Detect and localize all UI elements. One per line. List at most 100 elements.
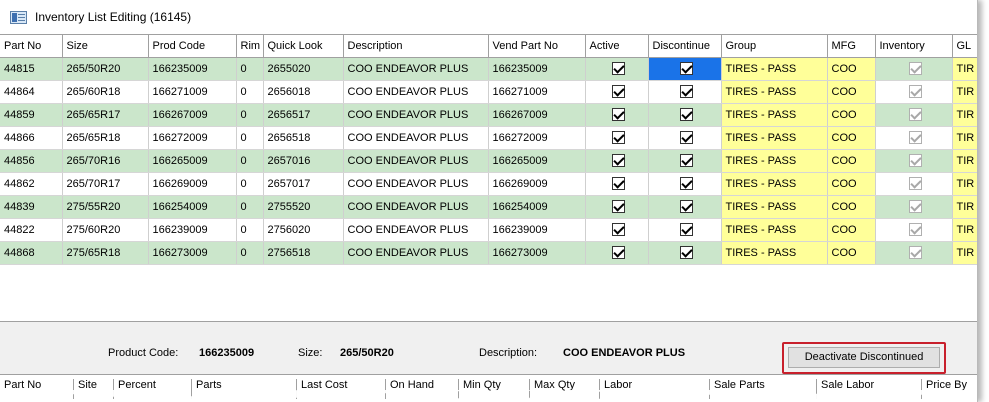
- discontinue-checkbox[interactable]: [680, 131, 693, 144]
- gl-cell[interactable]: TIR: [952, 126, 977, 150]
- inventory-grid[interactable]: Part No Size Prod Code Rim Quick Look Descrip…: [0, 34, 977, 322]
- size-cell[interactable]: 265/60R18: [62, 80, 149, 104]
- gl-cell[interactable]: TIR: [952, 241, 977, 265]
- mfg-cell[interactable]: COO: [827, 218, 876, 242]
- table-row[interactable]: 44862 265/70R17 166269009 0 2657017 COO ENDEA…: [0, 172, 977, 196]
- prod-code-cell[interactable]: 166254009: [148, 195, 237, 219]
- size-cell[interactable]: 265/70R16: [62, 149, 149, 173]
- rim-cell[interactable]: 0: [236, 80, 264, 104]
- active-checkbox[interactable]: [612, 246, 625, 259]
- active-checkbox[interactable]: [612, 108, 625, 121]
- rim-cell[interactable]: 0: [236, 195, 264, 219]
- discontinue-cell[interactable]: [648, 103, 722, 127]
- gl-cell[interactable]: TIR: [952, 172, 977, 196]
- group-cell[interactable]: TIRES - PASS: [721, 218, 828, 242]
- quick-look-cell[interactable]: 2655020: [263, 57, 344, 81]
- mfg-cell[interactable]: COO: [827, 103, 876, 127]
- inventory-cell[interactable]: [875, 195, 953, 219]
- inventory-cell[interactable]: [875, 126, 953, 150]
- description-cell[interactable]: COO ENDEAVOR PLUS: [343, 195, 489, 219]
- part-no-cell[interactable]: 44868: [0, 241, 63, 265]
- size-cell[interactable]: 265/65R18: [62, 126, 149, 150]
- description-cell[interactable]: COO ENDEAVOR PLUS: [343, 172, 489, 196]
- quick-look-cell[interactable]: 2657017: [263, 172, 344, 196]
- prod-code-cell[interactable]: 166265009: [148, 149, 237, 173]
- part-no-cell[interactable]: 44866: [0, 126, 63, 150]
- active-cell[interactable]: [585, 149, 649, 173]
- group-cell[interactable]: TIRES - PASS: [721, 103, 828, 127]
- gl-cell[interactable]: TIR: [952, 149, 977, 173]
- column-header-part-no[interactable]: Part No: [0, 35, 63, 58]
- rim-cell[interactable]: 0: [236, 126, 264, 150]
- table-row[interactable]: 44864 265/60R18 166271009 0 2656018 COO ENDEA…: [0, 80, 977, 104]
- rim-cell[interactable]: 0: [236, 149, 264, 173]
- vend-part-no-cell[interactable]: 166239009: [488, 218, 586, 242]
- size-cell[interactable]: 275/65R18: [62, 241, 149, 265]
- table-row[interactable]: 44822 275/60R20 166239009 0 2756020 COO ENDEA…: [0, 218, 977, 242]
- inventory-cell[interactable]: [875, 218, 953, 242]
- active-cell[interactable]: [585, 241, 649, 265]
- size-cell[interactable]: 265/65R17: [62, 103, 149, 127]
- part-no-cell[interactable]: 44839: [0, 195, 63, 219]
- column-header-rim[interactable]: Rim: [236, 35, 264, 58]
- description-cell[interactable]: COO ENDEAVOR PLUS: [343, 149, 489, 173]
- inventory-cell[interactable]: [875, 103, 953, 127]
- vend-part-no-cell[interactable]: 166272009: [488, 126, 586, 150]
- column-header-quick-look[interactable]: Quick Look: [263, 35, 344, 58]
- gl-cell[interactable]: TIR: [952, 103, 977, 127]
- deactivate-discontinued-button[interactable]: Deactivate Discontinued: [788, 347, 940, 368]
- discontinue-checkbox[interactable]: [680, 62, 693, 75]
- prod-code-cell[interactable]: 166271009: [148, 80, 237, 104]
- group-cell[interactable]: TIRES - PASS: [721, 126, 828, 150]
- inventory-cell[interactable]: [875, 80, 953, 104]
- active-checkbox[interactable]: [612, 62, 625, 75]
- prod-code-cell[interactable]: 166235009: [148, 57, 237, 81]
- description-cell[interactable]: COO ENDEAVOR PLUS: [343, 218, 489, 242]
- group-cell[interactable]: TIRES - PASS: [721, 80, 828, 104]
- discontinue-cell[interactable]: [648, 80, 722, 104]
- quick-look-cell[interactable]: 2656518: [263, 126, 344, 150]
- table-row[interactable]: 44859 265/65R17 166267009 0 2656517 COO ENDEA…: [0, 103, 977, 127]
- table-row[interactable]: 44839 275/55R20 166254009 0 2755520 COO ENDEA…: [0, 195, 977, 219]
- discontinue-cell[interactable]: [648, 241, 722, 265]
- column-header-group[interactable]: Group: [721, 35, 828, 58]
- active-cell[interactable]: [585, 80, 649, 104]
- column-header-prod-code[interactable]: Prod Code: [148, 35, 237, 58]
- discontinue-cell[interactable]: [648, 195, 722, 219]
- column-header-active[interactable]: Active: [585, 35, 649, 58]
- group-cell[interactable]: TIRES - PASS: [721, 57, 828, 81]
- description-cell[interactable]: COO ENDEAVOR PLUS: [343, 241, 489, 265]
- discontinue-checkbox[interactable]: [680, 246, 693, 259]
- gl-cell[interactable]: TIR: [952, 195, 977, 219]
- part-no-cell[interactable]: 44859: [0, 103, 63, 127]
- mfg-cell[interactable]: COO: [827, 195, 876, 219]
- mfg-cell[interactable]: COO: [827, 57, 876, 81]
- active-checkbox[interactable]: [612, 131, 625, 144]
- discontinue-cell[interactable]: [648, 57, 722, 81]
- size-cell[interactable]: 275/55R20: [62, 195, 149, 219]
- description-cell[interactable]: COO ENDEAVOR PLUS: [343, 57, 489, 81]
- mfg-cell[interactable]: COO: [827, 241, 876, 265]
- active-cell[interactable]: [585, 195, 649, 219]
- discontinue-cell[interactable]: [648, 126, 722, 150]
- discontinue-checkbox[interactable]: [680, 223, 693, 236]
- discontinue-checkbox[interactable]: [680, 200, 693, 213]
- inventory-cell[interactable]: [875, 57, 953, 81]
- mfg-cell[interactable]: COO: [827, 126, 876, 150]
- rim-cell[interactable]: 0: [236, 103, 264, 127]
- table-row[interactable]: 44866 265/65R18 166272009 0 2656518 COO ENDEA…: [0, 126, 977, 150]
- discontinue-checkbox[interactable]: [680, 108, 693, 121]
- quick-look-cell[interactable]: 2656517: [263, 103, 344, 127]
- group-cell[interactable]: TIRES - PASS: [721, 195, 828, 219]
- gl-cell[interactable]: TIR: [952, 218, 977, 242]
- part-no-cell[interactable]: 44822: [0, 218, 63, 242]
- inventory-cell[interactable]: [875, 149, 953, 173]
- rim-cell[interactable]: 0: [236, 218, 264, 242]
- active-checkbox[interactable]: [612, 154, 625, 167]
- vend-part-no-cell[interactable]: 166269009: [488, 172, 586, 196]
- mfg-cell[interactable]: COO: [827, 172, 876, 196]
- vend-part-no-cell[interactable]: 166254009: [488, 195, 586, 219]
- column-header-mfg[interactable]: MFG: [827, 35, 876, 58]
- size-cell[interactable]: 265/70R17: [62, 172, 149, 196]
- active-cell[interactable]: [585, 218, 649, 242]
